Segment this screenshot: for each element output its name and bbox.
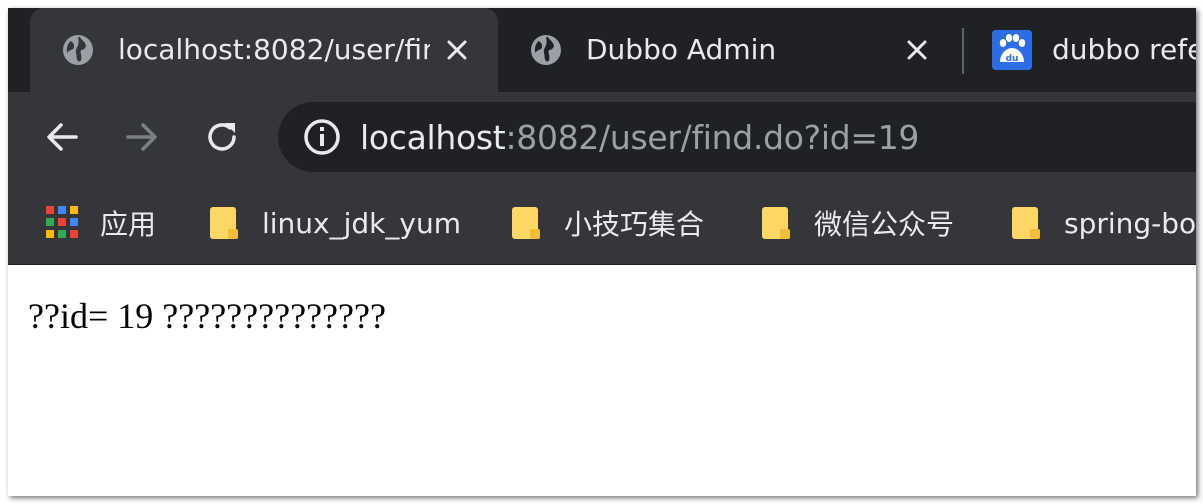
tab-close-button[interactable] xyxy=(896,29,938,71)
url-path: :8082/user/find.do?id=19 xyxy=(505,117,920,157)
url-host: localhost xyxy=(360,117,506,157)
bookmark-folder-wechat[interactable]: 微信公众号 xyxy=(760,182,954,264)
tab-title: localhost:8082/user/find.do?id=19 xyxy=(118,33,430,66)
svg-text:du: du xyxy=(1006,54,1019,64)
tab-dubbo-reference[interactable]: du dubbo reference xyxy=(966,8,1196,92)
bookmark-apps[interactable]: 应用 xyxy=(46,182,156,264)
globe-icon xyxy=(531,35,561,65)
info-icon[interactable] xyxy=(302,117,342,157)
tab-title: dubbo reference xyxy=(1052,33,1196,66)
tab-title: Dubbo Admin xyxy=(586,33,777,66)
bookmark-folder-spring-boot[interactable]: spring-boot xyxy=(1010,182,1196,264)
forward-button[interactable] xyxy=(118,113,166,161)
bookmark-label: 应用 xyxy=(100,208,157,241)
bookmark-label: spring-boot xyxy=(1064,206,1196,240)
globe-icon xyxy=(63,35,93,65)
tab-dubbo-admin[interactable]: Dubbo Admin xyxy=(498,8,964,92)
bookmark-label: 微信公众号 xyxy=(814,208,955,241)
bookmark-folder-linux-jdk-yum[interactable]: linux_jdk_yum xyxy=(208,182,461,264)
tab-close-button[interactable] xyxy=(436,29,478,71)
bookmarks-bar: 应用 linux_jdk_yum 小技巧集合 微信公众号 spring-bo xyxy=(8,182,1196,265)
url-text[interactable]: localhost:8082/user/find.do?id=19 xyxy=(360,118,919,157)
toolbar: localhost:8082/user/find.do?id=19 xyxy=(8,92,1196,182)
back-arrow-icon xyxy=(47,123,78,151)
bookmark-folder-tips[interactable]: 小技巧集合 xyxy=(510,182,704,264)
back-button[interactable] xyxy=(38,113,86,161)
tab-localhost[interactable]: localhost:8082/user/find.do?id=19 xyxy=(30,8,498,92)
reload-button[interactable] xyxy=(198,113,246,161)
folder-icon xyxy=(762,207,790,239)
folder-icon xyxy=(1012,207,1040,239)
forward-arrow-icon xyxy=(126,123,157,151)
tab-separator xyxy=(962,28,964,74)
page-content: ??id= 19 ?????????????? xyxy=(8,265,1196,496)
baidu-icon: du xyxy=(992,30,1032,70)
bookmark-label: linux_jdk_yum xyxy=(262,206,461,240)
tab-strip: localhost:8082/user/find.do?id=19 Dubbo … xyxy=(8,8,1196,92)
browser-window: localhost:8082/user/find.do?id=19 Dubbo … xyxy=(8,8,1196,496)
close-icon xyxy=(907,40,927,60)
close-icon xyxy=(447,40,467,60)
reload-icon xyxy=(208,123,236,151)
bookmark-label: 小技巧集合 xyxy=(564,208,705,241)
apps-grid-icon xyxy=(46,206,80,240)
address-bar[interactable]: localhost:8082/user/find.do?id=19 xyxy=(278,102,1196,172)
folder-icon xyxy=(210,207,238,239)
folder-icon xyxy=(512,207,540,239)
page-body-text: ??id= 19 ?????????????? xyxy=(28,296,386,336)
